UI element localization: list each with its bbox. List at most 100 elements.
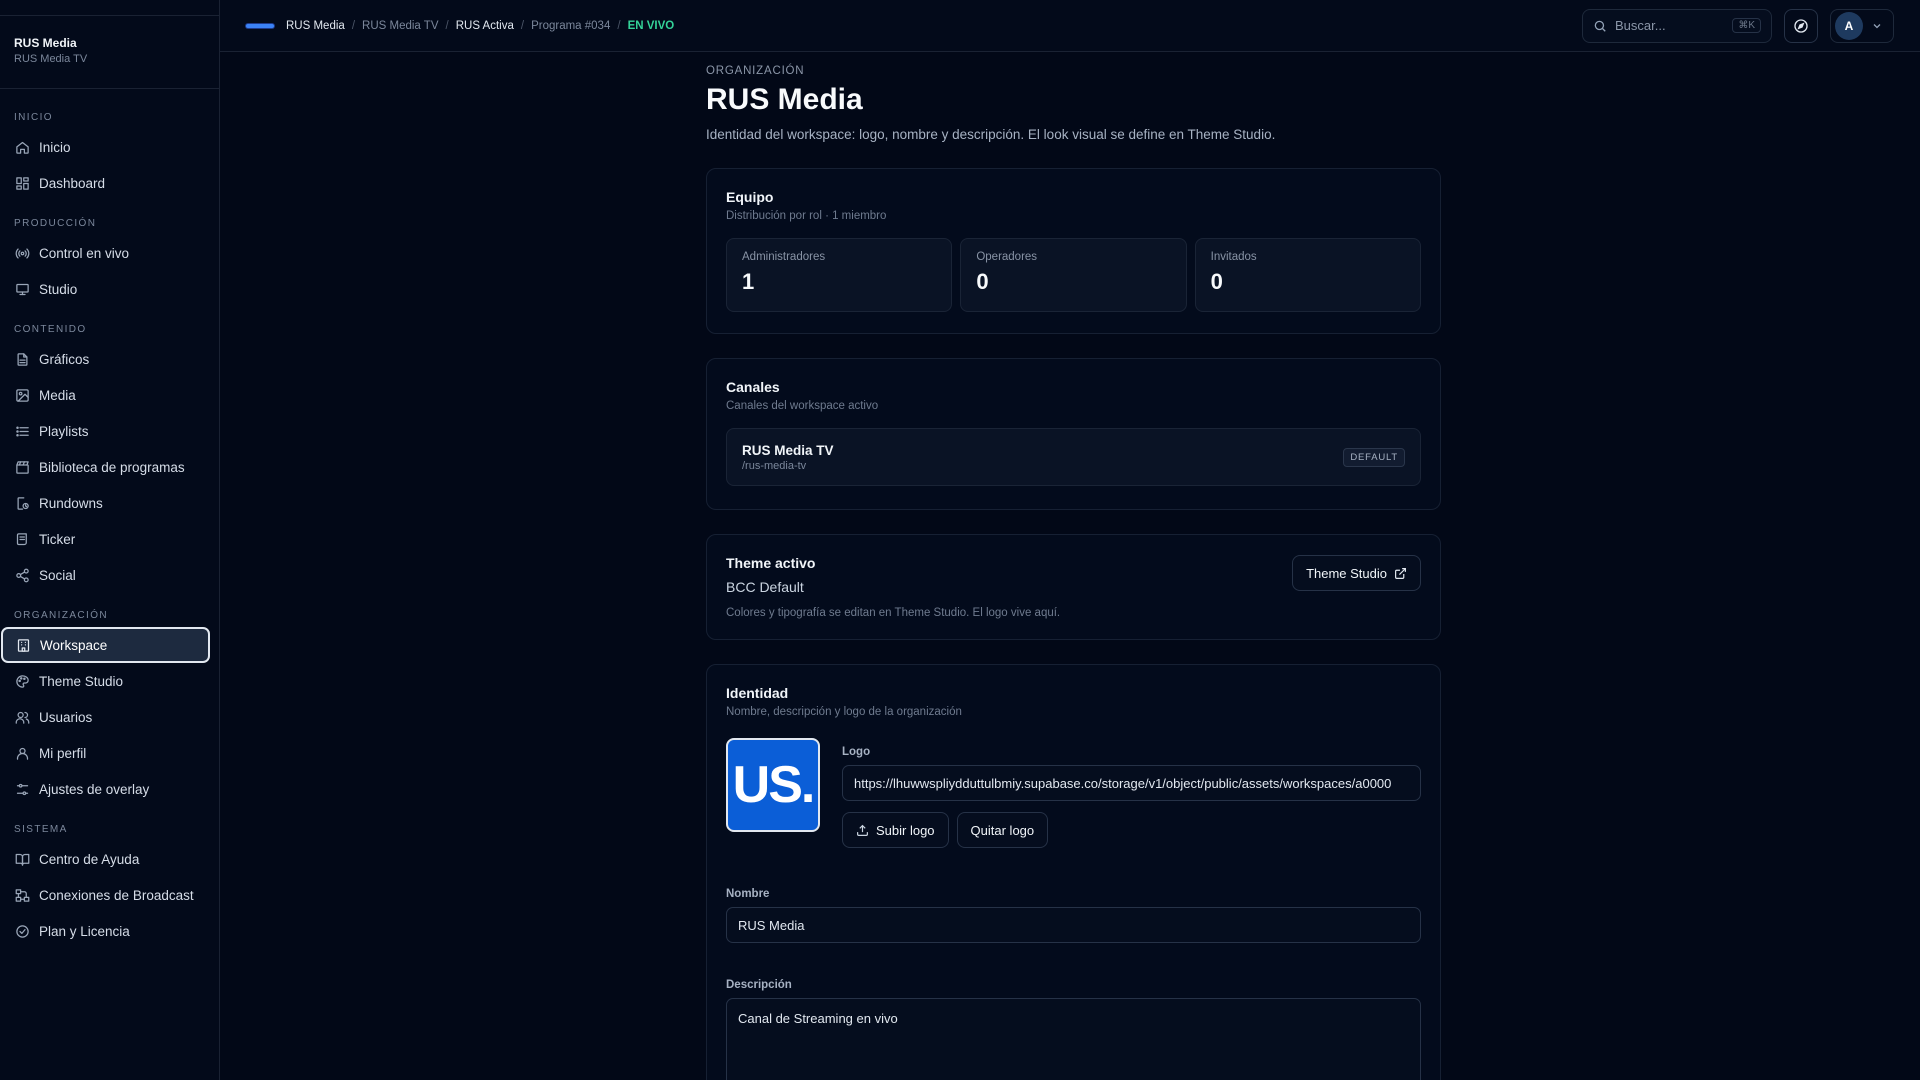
search-shortcut: ⌘K [1732, 18, 1761, 33]
crumb-show[interactable]: RUS Activa [456, 20, 514, 32]
channel-slug: /rus-media-tv [742, 459, 807, 472]
page-description: Identidad del workspace: logo, nombre y … [706, 127, 1276, 142]
channels-subtitle: Canales del workspace activo [726, 400, 879, 412]
avatar: A [1835, 11, 1863, 40]
stat-operators: Operadores 0 [960, 238, 1187, 312]
team-subtitle: Distribución por rol · 1 miembro [726, 210, 887, 222]
sidebar-item-mi-perfil[interactable]: Mi perfil [0, 735, 219, 771]
sidebar-item-media[interactable]: Media [0, 377, 219, 413]
remove-logo-button[interactable]: Quitar logo [956, 812, 1049, 848]
crumb-org[interactable]: RUS Media [286, 20, 345, 32]
upload-logo-button[interactable]: Subir logo [842, 812, 949, 848]
monitor-icon [14, 281, 30, 297]
channel-name: RUS Media TV [742, 442, 834, 458]
sidebar-item-studio[interactable]: Studio [0, 271, 219, 307]
sidebar-item-label: Social [39, 567, 76, 583]
sidebar-item-biblioteca-de-programas[interactable]: Biblioteca de programas [0, 449, 219, 485]
search-placeholder: Buscar... [1615, 18, 1666, 33]
stat-label: Administradores [742, 251, 826, 263]
sidebar-item-centro-de-ayuda[interactable]: Centro de Ayuda [0, 841, 219, 877]
logo-url-input[interactable]: https://lhuwwspliydduttulbmiy.supabase.c… [842, 765, 1421, 801]
role-stats: Administradores 1 Operadores 0 Invitados… [726, 238, 1421, 312]
theme-row: Theme activo BCC Default Colores y tipog… [726, 555, 1421, 619]
sidebar: RUS Media RUS Media TV INICIO Inicio Dashb… [0, 0, 220, 1080]
default-badge: DEFAULT [1343, 447, 1405, 467]
sidebar-item-ajustes-de-overlay[interactable]: Ajustes de overlay [0, 771, 219, 807]
theme-studio-button[interactable]: Theme Studio [1292, 555, 1421, 591]
live-status: EN VIVO [627, 19, 675, 32]
sidebar-item-graficos[interactable]: Gráficos [0, 341, 219, 377]
crumb-separator: / [617, 19, 621, 32]
sidebar-item-label: Plan y Licencia [39, 923, 130, 939]
crumb-separator: / [445, 19, 449, 32]
share-icon [14, 567, 30, 583]
nav-section-heading: SISTEMA [14, 824, 68, 835]
file-icon [14, 351, 30, 367]
stat-value: 0 [1210, 269, 1223, 294]
sidebar-item-label: Studio [39, 281, 78, 297]
identity-card: Identidad Nombre, descripción y logo de … [706, 664, 1441, 1080]
logo-row: US. Logo https://lhuwwspliydduttulbmiy.s… [726, 738, 1421, 848]
description-label: Descripción [726, 979, 792, 991]
sidebar-item-inicio[interactable]: Inicio [0, 129, 219, 165]
image-icon [14, 387, 30, 403]
book-icon [14, 851, 30, 867]
sidebar-item-social[interactable]: Social [0, 557, 219, 593]
sidebar-item-label: Ajustes de overlay [39, 781, 150, 797]
stat-guests: Invitados 0 [1194, 238, 1421, 312]
compass-icon [1794, 18, 1808, 33]
theme-name: BCC Default [726, 579, 804, 595]
org-switcher[interactable]: RUS Media RUS Media TV [0, 16, 219, 89]
external-link-icon [1395, 567, 1406, 579]
crumb-separator: / [520, 19, 525, 32]
sidebar-item-rundowns[interactable]: Rundowns [0, 485, 219, 521]
home-icon [14, 139, 30, 155]
sidebar-nav: INICIO Inicio Dashboard PRODUCCIÓN Control e… [0, 89, 219, 949]
compass-button[interactable] [1784, 8, 1818, 43]
sidebar-item-dashboard[interactable]: Dashboard [0, 165, 219, 201]
sidebar-item-label: Centro de Ayuda [39, 851, 140, 867]
sliders-icon [14, 781, 30, 797]
upload-logo-label: Subir logo [876, 822, 935, 838]
name-label: Nombre [726, 888, 770, 900]
stat-label: Operadores [976, 251, 1038, 263]
user-menu-button[interactable]: A [1830, 8, 1894, 43]
sidebar-item-workspace[interactable]: Workspace [1, 627, 210, 663]
team-title: Equipo [726, 189, 774, 205]
channel-item[interactable]: RUS Media TV /rus-media-tv DEFAULT [726, 428, 1421, 486]
sidebar-item-conexiones-de-broadcast[interactable]: Conexiones de Broadcast [0, 877, 219, 913]
stat-value: 0 [976, 269, 989, 294]
sidebar-item-plan-y-licencia[interactable]: Plan y Licencia [0, 913, 219, 949]
identity-subtitle: Nombre, descripción y logo de la organiz… [726, 706, 962, 718]
name-field[interactable]: RUS Media [726, 907, 1421, 943]
nav-section-heading: CONTENIDO [14, 324, 87, 335]
sidebar-item-ticker[interactable]: Ticker [0, 521, 219, 557]
description-field[interactable]: Canal de Streaming en vivo [726, 998, 1421, 1080]
crumb-channel[interactable]: RUS Media TV [362, 20, 438, 32]
search-input[interactable]: Buscar... ⌘K [1582, 8, 1772, 43]
logo-label: Logo [842, 746, 871, 758]
sidebar-item-label: Playlists [39, 423, 89, 439]
sidebar-item-label: Rundowns [39, 495, 103, 511]
sidebar-item-theme-studio[interactable]: Theme Studio [0, 663, 219, 699]
clock-doc-icon [14, 495, 30, 511]
stat-label: Invitados [1210, 251, 1257, 263]
sidebar-item-playlists[interactable]: Playlists [0, 413, 219, 449]
stat-admins: Administradores 1 [726, 238, 953, 312]
sidebar-item-usuarios[interactable]: Usuarios [0, 699, 219, 735]
nav-section-heading: PRODUCCIÓN [14, 218, 97, 229]
search-icon [1594, 20, 1606, 32]
palette-icon [14, 673, 30, 689]
theme-studio-label: Theme Studio [1306, 565, 1387, 581]
page-eyebrow: ORGANIZACIÓN [706, 65, 805, 77]
sidebar-item-control-en-vivo[interactable]: Control en vivo [0, 235, 219, 271]
user-icon [14, 745, 30, 761]
sidebar-item-label: Inicio [39, 139, 71, 155]
logo-lettering: US. [732, 756, 816, 814]
crumb-program[interactable]: Programa #034 [531, 20, 610, 32]
chevron-down-icon [1873, 23, 1881, 28]
stat-value: 1 [742, 269, 755, 294]
crumb-separator: / [351, 19, 356, 32]
page-title: RUS Media [706, 83, 863, 116]
sidebar-item-label: Ticker [39, 531, 76, 547]
